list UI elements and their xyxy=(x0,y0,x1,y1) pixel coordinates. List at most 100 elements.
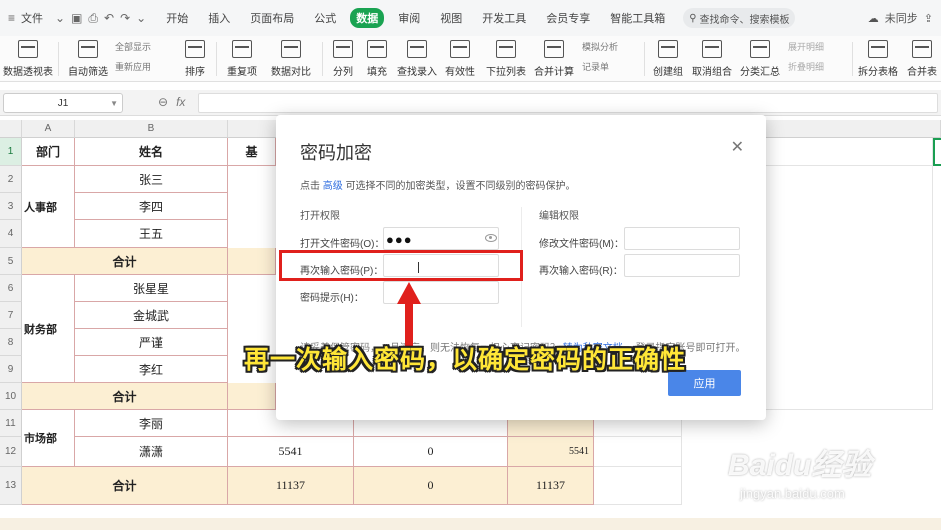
tab-developer[interactable]: 开发工具 xyxy=(476,8,532,28)
dept-cell-hr[interactable]: 人事部 xyxy=(22,166,75,248)
text-to-columns-button[interactable]: 分列 xyxy=(328,36,358,82)
header-salary-cell[interactable]: 基 xyxy=(228,138,276,166)
zoom-icon[interactable]: ⊖ xyxy=(158,95,168,109)
row-header-11[interactable]: 11 xyxy=(0,410,22,437)
fill-button[interactable]: 填充 xyxy=(362,36,392,82)
validity-button[interactable]: 有效性 xyxy=(442,36,478,82)
row-header-1[interactable]: 1 xyxy=(0,138,22,166)
row-header-12[interactable]: 12 xyxy=(0,437,22,467)
subtotal-cell[interactable] xyxy=(228,248,276,275)
dept-cell-finance[interactable]: 财务部 xyxy=(22,275,75,383)
edit-password-input[interactable] xyxy=(624,227,740,250)
chevron-down-icon[interactable]: ⌄ xyxy=(136,11,146,25)
collapse-details-button[interactable]: 折叠明细 xyxy=(788,60,824,73)
share-icon[interactable]: ⇪ xyxy=(924,12,933,25)
name-cell[interactable]: 李四 xyxy=(75,193,228,220)
row-header-13[interactable]: 13 xyxy=(0,467,22,505)
split-table-button[interactable]: 拆分表格 xyxy=(856,36,900,82)
empty-cell[interactable] xyxy=(594,467,682,505)
name-cell[interactable]: 李红 xyxy=(75,356,228,383)
name-box[interactable]: J1 ▼ xyxy=(3,93,123,113)
name-cell[interactable]: 严谨 xyxy=(75,329,228,356)
dept-cell-marketing[interactable]: 市场部 xyxy=(22,410,75,467)
row-header-6[interactable]: 6 xyxy=(0,275,22,302)
fx-icon[interactable]: fx xyxy=(176,95,185,109)
subtotal-cell[interactable] xyxy=(228,383,276,410)
header-dept-cell[interactable]: 部门 xyxy=(22,138,75,166)
row-header-8[interactable]: 8 xyxy=(0,329,22,356)
ungroup-button[interactable]: 取消组合 xyxy=(690,36,734,82)
row-header-3[interactable]: 3 xyxy=(0,193,22,220)
select-all-corner[interactable] xyxy=(0,120,22,138)
header-name-cell[interactable]: 姓名 xyxy=(75,138,228,166)
save-icon[interactable]: ▣ xyxy=(71,11,82,25)
row-header-7[interactable]: 7 xyxy=(0,302,22,329)
subtotal-label-cell[interactable]: 合计 xyxy=(22,383,228,410)
sync-status[interactable]: 未同步 xyxy=(885,10,918,26)
tab-smart-toolbox[interactable]: 智能工具箱 xyxy=(604,8,671,28)
subtotal-label-cell[interactable]: 合计 xyxy=(22,467,228,505)
tab-home[interactable]: 开始 xyxy=(160,8,194,28)
subtotal-label-cell[interactable]: 合计 xyxy=(22,248,228,275)
column-header-a[interactable]: A xyxy=(22,120,75,138)
menu-icon[interactable]: ≡ xyxy=(8,11,15,25)
tab-view[interactable]: 视图 xyxy=(434,8,468,28)
tab-data[interactable]: 数据 xyxy=(350,8,385,28)
tab-formula[interactable]: 公式 xyxy=(308,8,342,28)
empty-cell[interactable] xyxy=(766,166,933,410)
record-form-button[interactable]: 记录单 xyxy=(582,60,609,73)
subtotal-cell[interactable]: 11137 xyxy=(228,467,354,505)
what-if-analysis-button[interactable]: 模拟分析 xyxy=(582,40,618,53)
create-group-button[interactable]: 创建组 xyxy=(650,36,686,82)
duplicates-button[interactable]: 重复项 xyxy=(222,36,262,82)
subtotal-button[interactable]: 分类汇总 xyxy=(738,36,782,82)
subtotal-cell[interactable]: 11137 xyxy=(508,467,594,505)
formula-input[interactable] xyxy=(198,93,938,113)
tab-insert[interactable]: 插入 xyxy=(202,8,236,28)
empty-cell[interactable] xyxy=(766,138,933,166)
command-search[interactable]: ⚲ 查找命令、搜索模板 xyxy=(683,8,796,28)
data-compare-button[interactable]: 数据对比 xyxy=(266,36,316,82)
row-header-9[interactable]: 9 xyxy=(0,356,22,383)
expand-details-button[interactable]: 展开明细 xyxy=(788,40,824,53)
subtotal-cell[interactable]: 0 xyxy=(354,467,508,505)
row-header-2[interactable]: 2 xyxy=(0,166,22,193)
show-all-button[interactable]: 全部显示 xyxy=(115,40,151,53)
active-cell-j1[interactable] xyxy=(933,138,941,166)
autofilter-button[interactable]: 自动筛选 xyxy=(64,36,112,82)
name-cell[interactable]: 潇潇 xyxy=(75,437,228,467)
row-header-4[interactable]: 4 xyxy=(0,220,22,248)
dropdown-list-button[interactable]: 下拉列表 xyxy=(484,36,528,82)
value-cell[interactable]: 0 xyxy=(354,437,508,467)
pivot-table-button[interactable]: 数据透视表 xyxy=(3,36,53,82)
consolidate-button[interactable]: 合并计算 xyxy=(532,36,576,82)
print-icon[interactable]: ⎙ xyxy=(88,11,98,26)
value-cell[interactable]: 5541 xyxy=(508,437,594,467)
empty-cell[interactable] xyxy=(594,437,682,467)
advanced-link[interactable]: 高级 xyxy=(323,181,343,192)
sort-button[interactable]: 排序 xyxy=(180,36,210,82)
reapply-button[interactable]: 重新应用 xyxy=(115,60,151,73)
name-cell[interactable]: 张三 xyxy=(75,166,228,193)
eye-icon[interactable] xyxy=(485,234,497,242)
column-header-b[interactable]: B xyxy=(75,120,228,138)
undo-icon[interactable]: ↶ xyxy=(104,11,114,25)
row-header-10[interactable]: 10 xyxy=(0,383,22,410)
redo-icon[interactable]: ↷ xyxy=(120,11,130,25)
value-cell[interactable]: 5541 xyxy=(228,437,354,467)
name-cell[interactable]: 金城武 xyxy=(75,302,228,329)
name-cell[interactable]: 王五 xyxy=(75,220,228,248)
tab-review[interactable]: 审阅 xyxy=(392,8,426,28)
name-cell[interactable]: 李丽 xyxy=(75,410,228,437)
edit-reenter-password-input[interactable] xyxy=(624,254,740,277)
tab-member[interactable]: 会员专享 xyxy=(540,8,596,28)
merge-table-button[interactable]: 合并表 xyxy=(904,36,940,82)
chevron-down-icon[interactable]: ⌄ xyxy=(55,11,65,25)
close-icon[interactable]: ✕ xyxy=(731,137,744,157)
file-menu[interactable]: 文件 xyxy=(21,10,43,26)
name-cell[interactable]: 张星星 xyxy=(75,275,228,302)
chevron-down-icon[interactable]: ▼ xyxy=(110,99,118,108)
lookup-entry-button[interactable]: 查找录入 xyxy=(396,36,438,82)
cloud-icon[interactable]: ☁ xyxy=(868,12,879,25)
row-header-5[interactable]: 5 xyxy=(0,248,22,275)
